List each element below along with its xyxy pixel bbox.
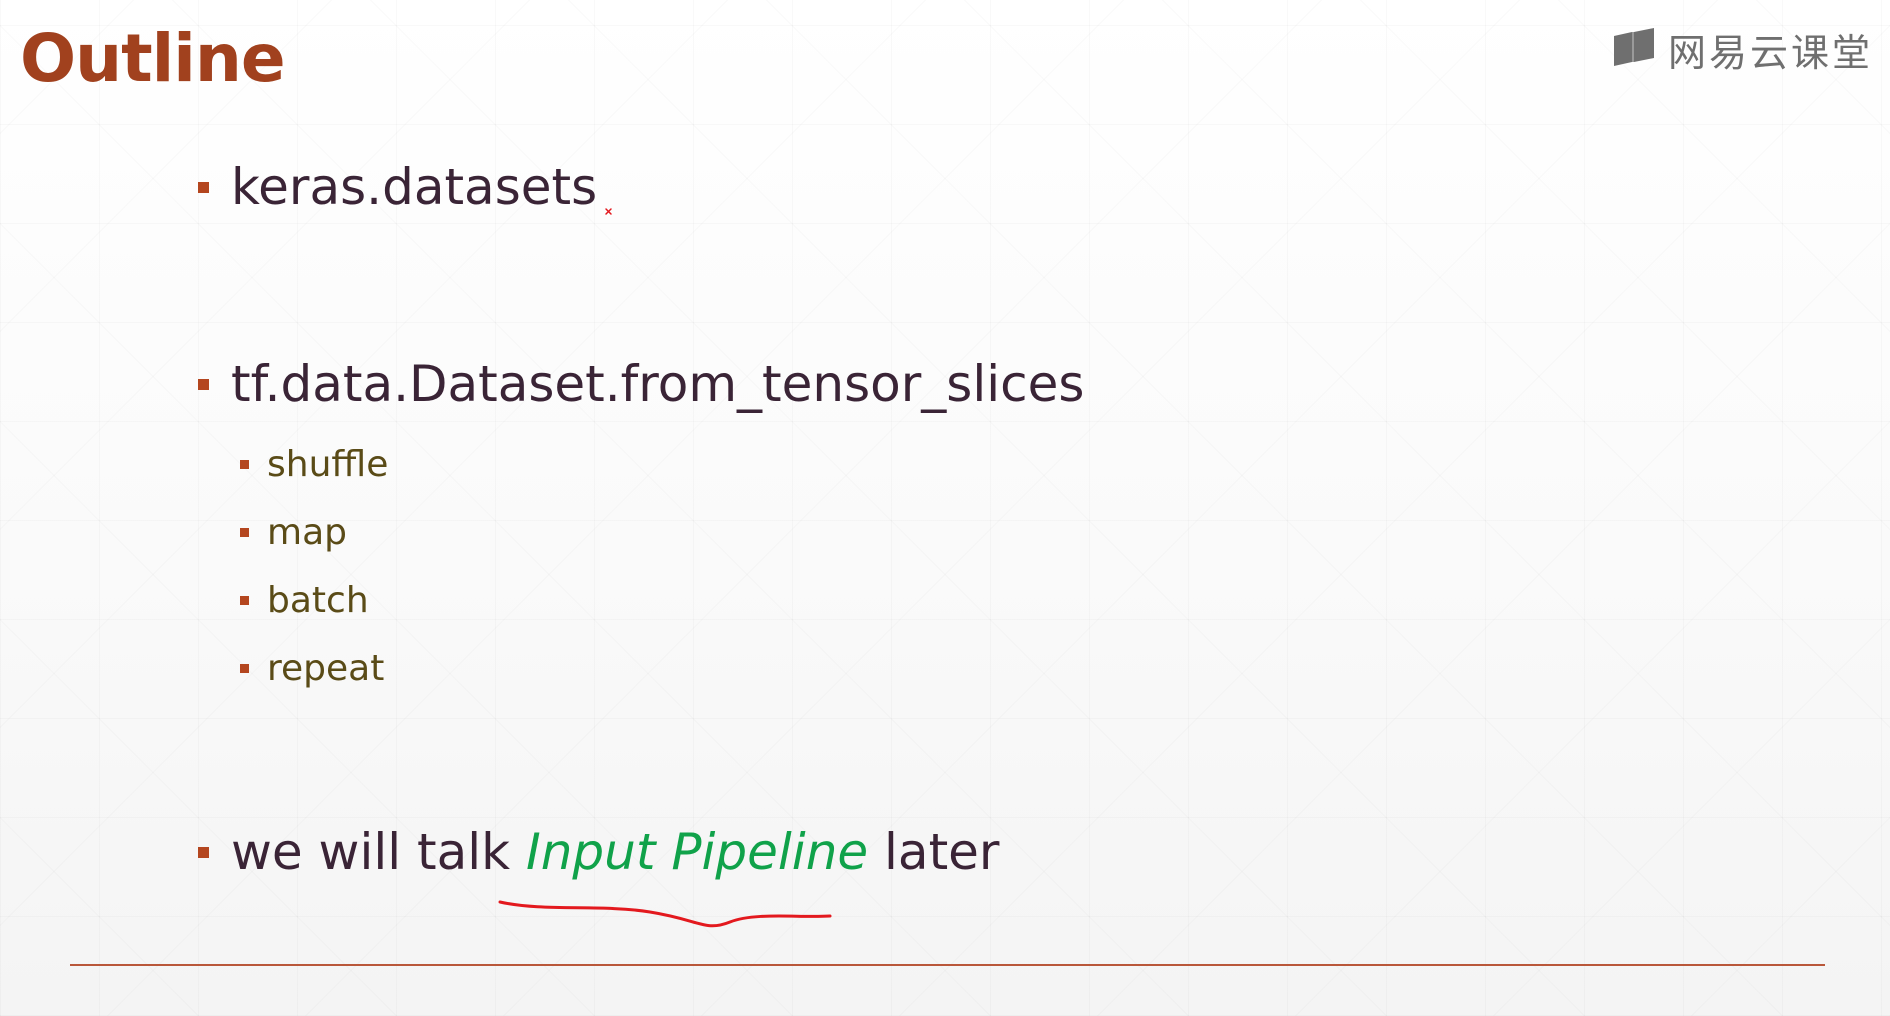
slide: Outline 网易云课堂 keras.datasets tf.data.Dat… bbox=[0, 0, 1890, 1016]
pen-dot bbox=[605, 208, 612, 215]
footer-rule bbox=[70, 964, 1825, 966]
pen-annotation bbox=[498, 208, 832, 928]
pen-underline bbox=[498, 900, 832, 928]
